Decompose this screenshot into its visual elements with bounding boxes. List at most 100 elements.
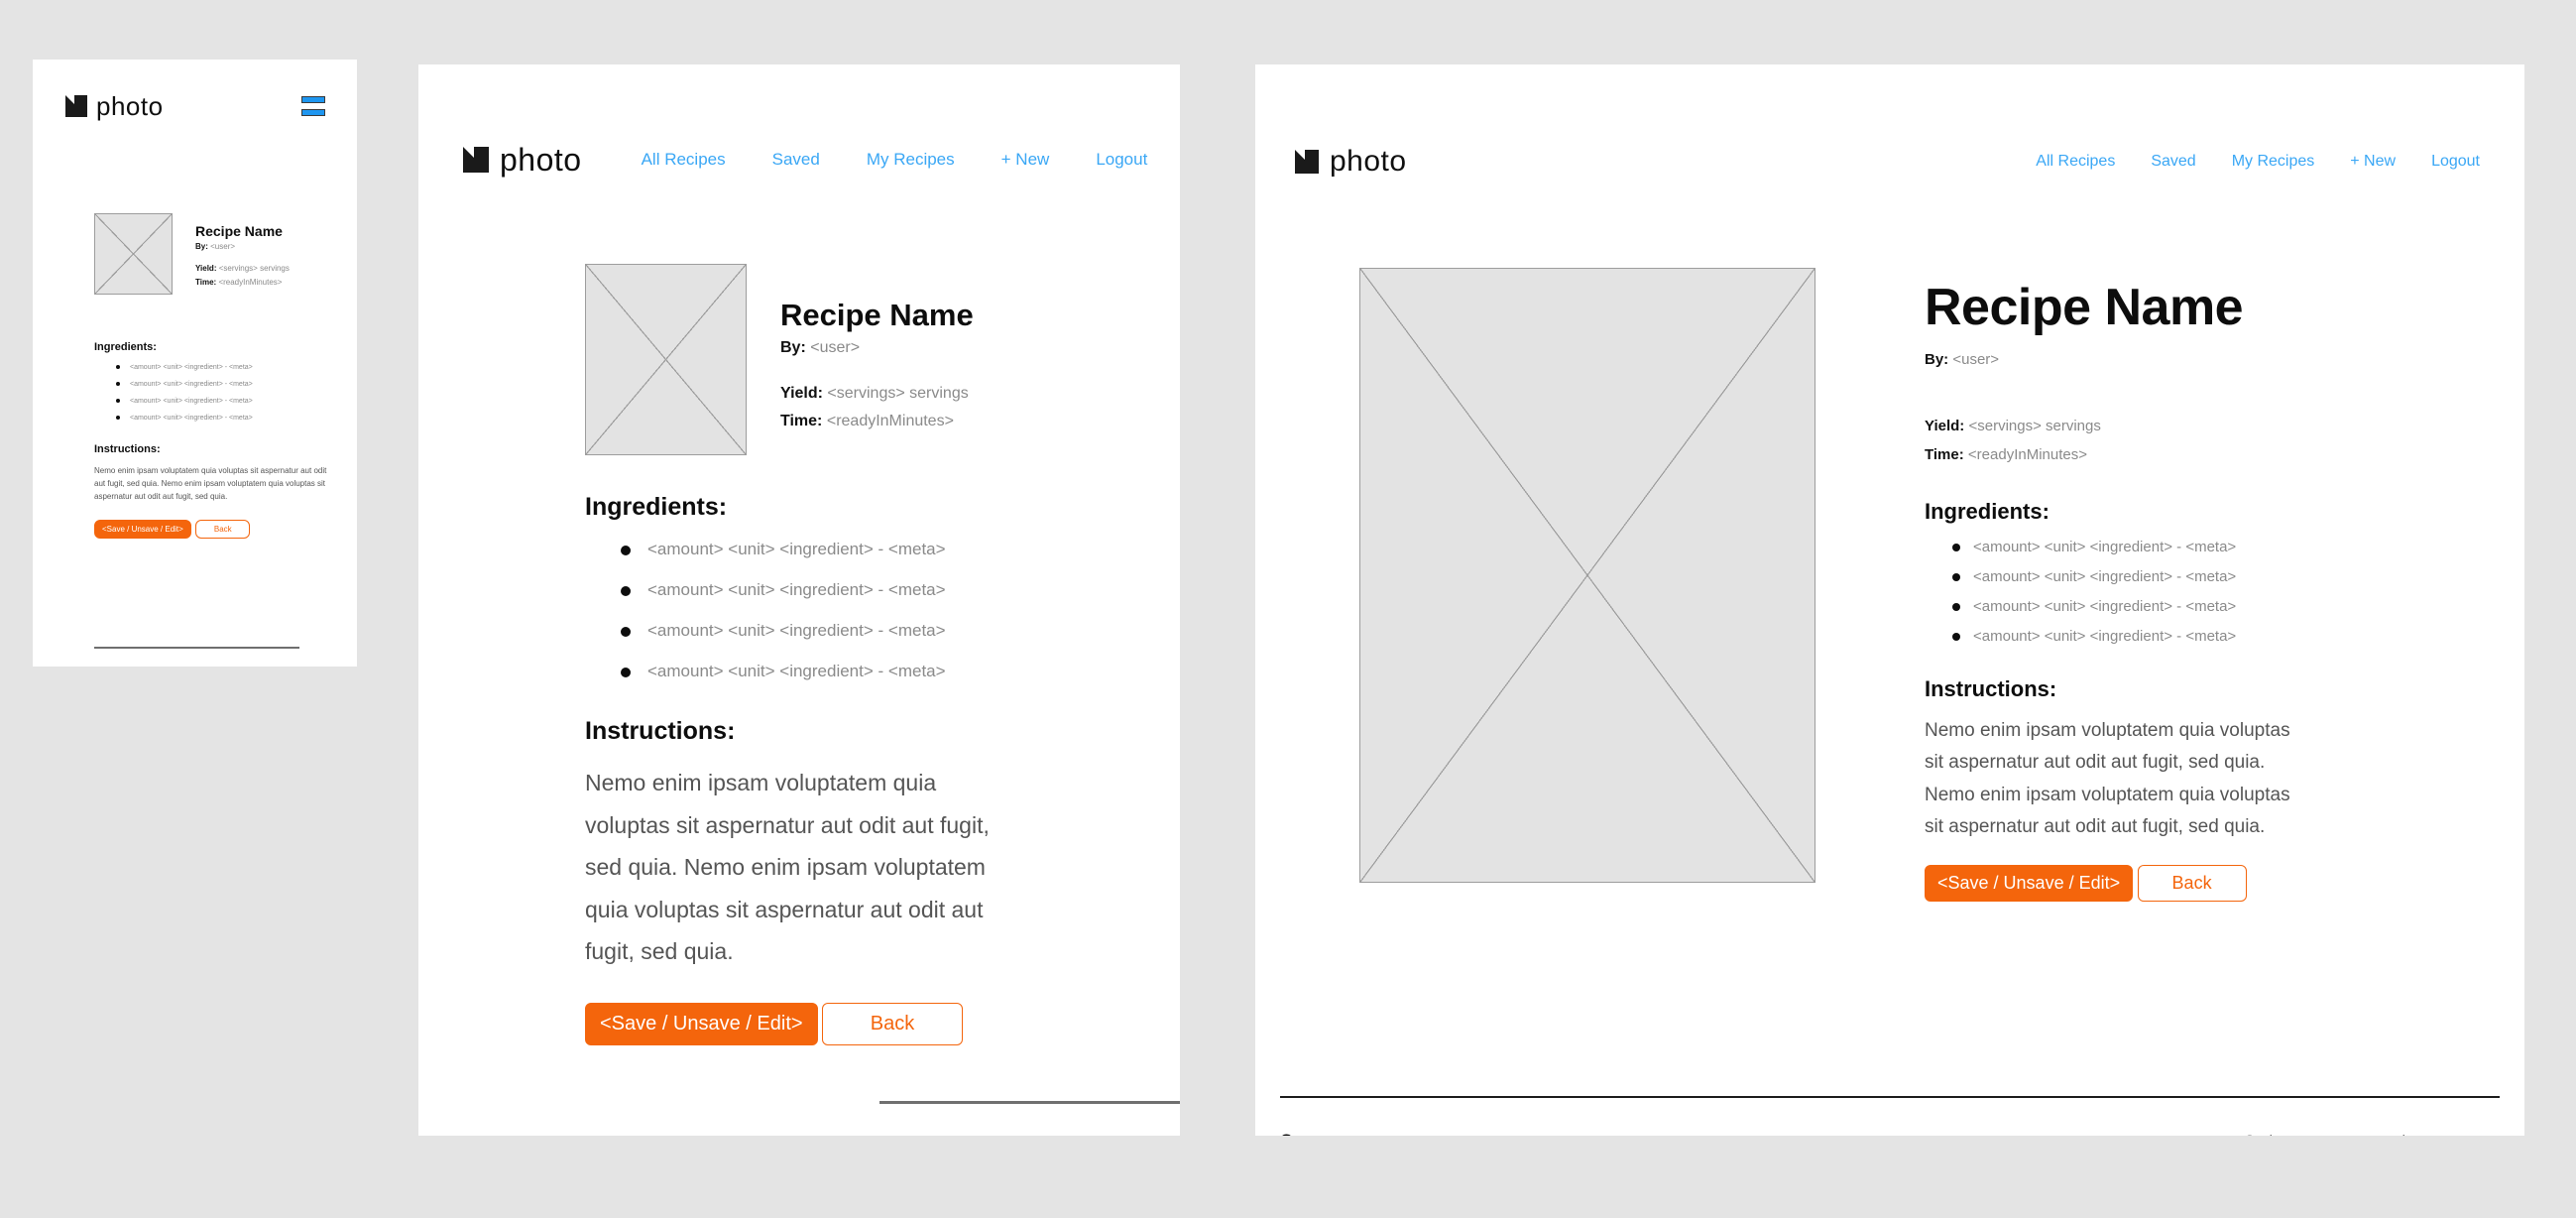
ingredient-text: <amount> <unit> <ingredient> - <meta> [130, 415, 253, 422]
ingredient-text: <amount> <unit> <ingredient> - <meta> [1973, 598, 2237, 615]
bullet-icon [116, 399, 120, 403]
ingredients-list: <amount> <unit> <ingredient> - <meta> <a… [1925, 539, 2311, 645]
nav-item-my-recipes[interactable]: My Recipes [867, 150, 955, 170]
instructions-heading: Instructions: [94, 443, 161, 455]
list-item: <amount> <unit> <ingredient> - <meta> [1925, 598, 2311, 615]
back-button[interactable]: Back [195, 519, 251, 539]
recipe-yield: Yield: <servings> servings [1925, 418, 2311, 434]
recipe-yield-time: Yield: <servings> servings Time: <readyI… [195, 264, 290, 287]
tablet-header: photo All Recipes Saved My Recipes + New… [459, 141, 1147, 179]
recipe-title: Recipe Name [780, 298, 974, 332]
nav-item-all-recipes[interactable]: All Recipes [642, 150, 726, 170]
ingredients-list: <amount> <unit> <ingredient> - <meta> <a… [585, 540, 1021, 681]
author-label: By: [195, 242, 208, 251]
mobile-recipe-body: Ingredients: <amount> <unit> <ingredient… [94, 341, 327, 539]
recipe-yield: Yield: <servings> servings [195, 264, 290, 273]
brand-name: photo [96, 90, 164, 121]
ingredients-heading: Ingredients: [585, 493, 728, 521]
ingredient-text: <amount> <unit> <ingredient> - <meta> [647, 540, 946, 558]
nav-item-new[interactable]: + New [2350, 153, 2396, 171]
list-item: <amount> <unit> <ingredient> - <meta> [1925, 628, 2311, 645]
recipe-time: Time: <readyInMinutes> [1925, 446, 2311, 463]
ingredient-text: <amount> <unit> <ingredient> - <meta> [647, 580, 946, 599]
instructions-block: Instructions: Nemo enim ipsam voluptatem… [94, 443, 327, 504]
save-unsave-edit-button[interactable]: <Save / Unsave / Edit> [1925, 865, 2134, 903]
ingredients-block: Ingredients: <amount> <unit> <ingredient… [1925, 499, 2311, 645]
save-unsave-edit-button[interactable]: <Save / Unsave / Edit> [94, 519, 191, 539]
ingredients-heading: Ingredients: [94, 341, 157, 353]
nav-item-saved[interactable]: Saved [772, 150, 820, 170]
footer-company-label: Company [1280, 1131, 1356, 1136]
footer-copyright: © Photo, Inc. 2019. We love our users! [2244, 1133, 2500, 1136]
instructions-text: Nemo enim ipsam voluptatem quia voluptas… [585, 770, 990, 965]
tablet-recipe-body: Ingredients: <amount> <unit> <ingredient… [585, 493, 1021, 1045]
brand-name: photo [1330, 145, 1407, 178]
time-value: <readyInMinutes> [218, 278, 283, 287]
ingredient-text: <amount> <unit> <ingredient> - <meta> [1973, 628, 2237, 645]
nav-item-new[interactable]: + New [1001, 150, 1050, 170]
list-item: <amount> <unit> <ingredient> - <meta> [94, 415, 327, 422]
time-label: Time: [1925, 446, 1964, 463]
time-value: <readyInMinutes> [826, 413, 954, 429]
bullet-icon [621, 546, 631, 555]
hamburger-icon[interactable] [301, 96, 325, 116]
recipe-time: Time: <readyInMinutes> [780, 413, 974, 430]
author-label: By: [1925, 351, 1949, 368]
save-unsave-edit-button[interactable]: <Save / Unsave / Edit> [585, 1002, 818, 1045]
recipe-yield: Yield: <servings> servings [780, 385, 974, 403]
mobile-recipe-hero: Recipe Name By: <user> Yield: <servings>… [94, 213, 290, 295]
mobile-recipe-meta: Recipe Name By: <user> Yield: <servings>… [195, 213, 290, 292]
desktop-recipe-hero: Recipe Name By: <user> Yield: <servings>… [1359, 268, 2311, 903]
back-button[interactable]: Back [2137, 865, 2247, 903]
yield-label: Yield: [1925, 418, 1965, 434]
list-item: <amount> <unit> <ingredient> - <meta> [1925, 568, 2311, 585]
bullet-icon [621, 627, 631, 637]
nav-item-saved[interactable]: Saved [2151, 153, 2195, 171]
ingredient-text: <amount> <unit> <ingredient> - <meta> [130, 381, 253, 388]
list-item: <amount> <unit> <ingredient> - <meta> [585, 540, 1021, 559]
ingredients-heading: Ingredients: [1925, 499, 2049, 524]
recipe-author: By: <user> [195, 242, 290, 251]
recipe-yield-time: Yield: <servings> servings Time: <readyI… [780, 385, 974, 430]
time-label: Time: [780, 413, 823, 429]
bullet-icon [1952, 603, 1960, 611]
list-item: <amount> <unit> <ingredient> - <meta> [585, 662, 1021, 681]
nav-item-logout[interactable]: Logout [2431, 153, 2480, 171]
instructions-block: Instructions: Nemo enim ipsam voluptatem… [1925, 676, 2311, 843]
main-nav: All Recipes Saved My Recipes + New Logou… [2036, 153, 2480, 171]
list-item: <amount> <unit> <ingredient> - <meta> [94, 381, 327, 388]
main-nav: All Recipes Saved My Recipes + New Logou… [642, 150, 1148, 170]
bullet-icon [621, 586, 631, 596]
instructions-text: Nemo enim ipsam voluptatem quia voluptas… [94, 466, 327, 502]
photo-logo-icon [459, 147, 489, 177]
ingredient-text: <amount> <unit> <ingredient> - <meta> [647, 662, 946, 680]
list-item: <amount> <unit> <ingredient> - <meta> [94, 398, 327, 405]
desktop-header: photo All Recipes Saved My Recipes + New… [1291, 144, 2480, 180]
ingredient-text: <amount> <unit> <ingredient> - <meta> [1973, 568, 2237, 585]
nav-item-all-recipes[interactable]: All Recipes [2036, 153, 2115, 171]
back-button[interactable]: Back [822, 1002, 964, 1045]
tablet-recipe-meta: Recipe Name By: <user> Yield: <servings>… [780, 264, 974, 440]
nav-item-logout[interactable]: Logout [1096, 150, 1147, 170]
recipe-image-placeholder [585, 264, 747, 455]
brand-logo-tablet[interactable]: photo [459, 141, 582, 179]
desktop-action-buttons: <Save / Unsave / Edit> Back [1925, 843, 2311, 903]
author-label: By: [780, 339, 806, 356]
mobile-header: photo [61, 90, 325, 122]
brand-name: photo [500, 141, 582, 178]
brand-logo-mobile[interactable]: photo [61, 90, 164, 122]
bullet-icon [116, 382, 120, 386]
bullet-icon [116, 365, 120, 369]
footer-divider [1280, 1096, 2500, 1098]
nav-item-my-recipes[interactable]: My Recipes [2232, 153, 2315, 171]
desktop-recipe-content: Recipe Name By: <user> Yield: <servings>… [1925, 268, 2311, 903]
recipe-author: By: <user> [780, 339, 974, 357]
list-item: <amount> <unit> <ingredient> - <meta> [94, 364, 327, 371]
author-value: <user> [810, 339, 861, 356]
bullet-icon [621, 668, 631, 677]
brand-logo-desktop[interactable]: photo [1291, 145, 1407, 179]
list-item: <amount> <unit> <ingredient> - <meta> [585, 580, 1021, 600]
desktop-footer: Company © Photo, Inc. 2019. We love our … [1280, 1131, 2500, 1136]
yield-value: <servings> servings [1968, 418, 2101, 434]
recipe-time: Time: <readyInMinutes> [195, 278, 290, 287]
